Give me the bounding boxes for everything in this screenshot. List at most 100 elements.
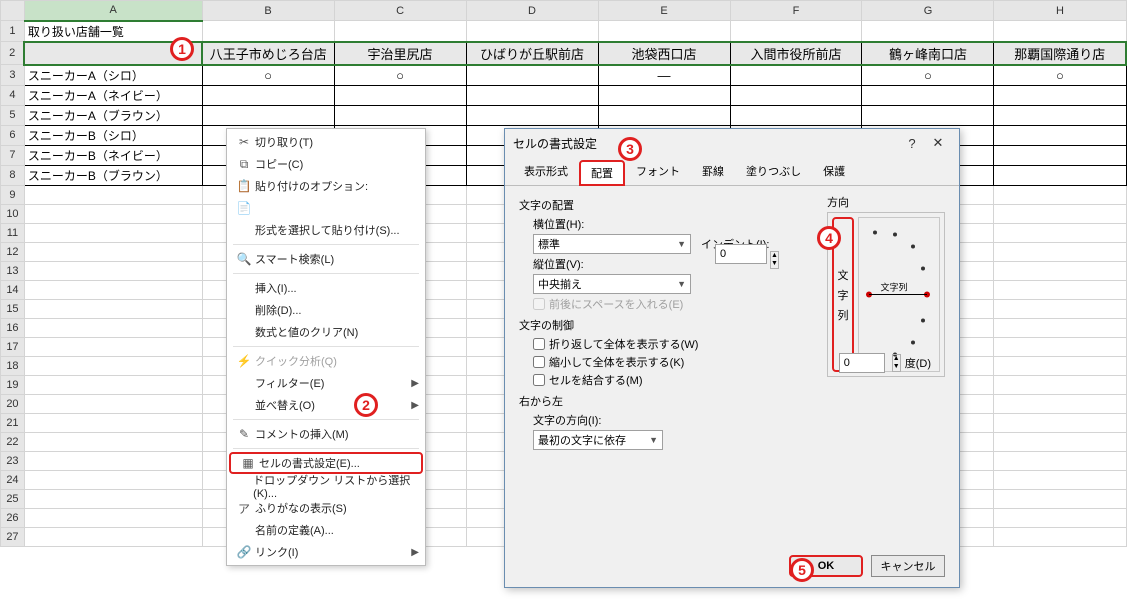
row-header[interactable]: 7 [1, 145, 25, 165]
cell[interactable]: — [598, 65, 730, 86]
dialog-tab[interactable]: 罫線 [691, 159, 735, 185]
context-menu-item[interactable]: ドロップダウン リストから選択(K)... [227, 475, 425, 497]
cell[interactable] [24, 280, 202, 299]
cell[interactable] [730, 65, 862, 86]
cell[interactable]: 宇治里尻店 [334, 42, 466, 65]
row-header[interactable]: 2 [1, 42, 25, 65]
cell[interactable]: 入間市役所前店 [730, 42, 862, 65]
cell[interactable] [730, 85, 862, 105]
col-header[interactable]: B [202, 1, 334, 21]
row-header[interactable]: 20 [1, 394, 25, 413]
cell[interactable] [24, 242, 202, 261]
row-header[interactable]: 5 [1, 105, 25, 125]
cell[interactable] [994, 105, 1126, 125]
context-menu-item[interactable]: ⧉コピー(C) [227, 153, 425, 175]
col-header[interactable]: D [466, 1, 598, 21]
cell[interactable] [994, 508, 1126, 527]
cell[interactable] [334, 21, 466, 42]
cell[interactable] [994, 489, 1126, 508]
cell[interactable] [24, 318, 202, 337]
cell[interactable]: 鶴ヶ峰南口店 [862, 42, 994, 65]
cell[interactable] [24, 432, 202, 451]
context-menu-item[interactable]: 🔍スマート検索(L) [227, 248, 425, 270]
cell[interactable]: ○ [334, 65, 466, 86]
cell[interactable] [466, 21, 598, 42]
cell[interactable] [994, 394, 1126, 413]
cell[interactable] [994, 280, 1126, 299]
cell[interactable] [466, 85, 598, 105]
cell[interactable]: スニーカーB（シロ） [24, 125, 202, 145]
row-header[interactable]: 24 [1, 470, 25, 489]
cell[interactable] [24, 470, 202, 489]
context-menu-item[interactable]: 数式と値のクリア(N) [227, 321, 425, 343]
cell[interactable] [202, 21, 334, 42]
cell[interactable] [24, 489, 202, 508]
cell[interactable]: スニーカーB（ブラウン） [24, 165, 202, 185]
context-menu-item[interactable]: フィルター(E)▶ [227, 372, 425, 394]
cell[interactable] [994, 318, 1126, 337]
cell[interactable] [202, 105, 334, 125]
cell[interactable] [994, 85, 1126, 105]
cell[interactable] [730, 105, 862, 125]
context-menu-item[interactable]: 形式を選択して貼り付け(S)... [227, 219, 425, 241]
cell[interactable] [730, 21, 862, 42]
row-header[interactable]: 18 [1, 356, 25, 375]
row-header[interactable]: 26 [1, 508, 25, 527]
row-header[interactable]: 1 [1, 21, 25, 42]
cell[interactable] [466, 65, 598, 86]
cell[interactable] [994, 432, 1126, 451]
cell[interactable] [862, 85, 994, 105]
cell[interactable] [994, 413, 1126, 432]
cell[interactable] [466, 105, 598, 125]
cell[interactable] [862, 105, 994, 125]
cell[interactable] [994, 204, 1126, 223]
col-header[interactable]: E [598, 1, 730, 21]
cell[interactable]: 八王子市めじろ台店 [202, 42, 334, 65]
cell[interactable] [24, 185, 202, 204]
cell[interactable]: ○ [202, 65, 334, 86]
cell[interactable] [24, 451, 202, 470]
spinner-buttons[interactable]: ▲▼ [770, 251, 779, 269]
context-menu-item[interactable]: アふりがなの表示(S) [227, 497, 425, 519]
row-header[interactable]: 27 [1, 527, 25, 546]
row-header[interactable]: 23 [1, 451, 25, 470]
cell[interactable] [994, 145, 1126, 165]
row-header[interactable]: 16 [1, 318, 25, 337]
cell[interactable] [24, 223, 202, 242]
row-header[interactable]: 14 [1, 280, 25, 299]
row-header[interactable]: 10 [1, 204, 25, 223]
degree-spinner[interactable]: 0 [839, 353, 885, 373]
cell[interactable] [994, 527, 1126, 546]
help-button[interactable]: ? [899, 136, 925, 151]
dialog-tab[interactable]: 表示形式 [513, 159, 579, 185]
cell[interactable]: スニーカーA（シロ） [24, 65, 202, 86]
context-menu-item[interactable]: 削除(D)... [227, 299, 425, 321]
cell[interactable] [994, 21, 1126, 42]
cell[interactable]: 那覇国際通り店 [994, 42, 1126, 65]
row-header[interactable]: 19 [1, 375, 25, 394]
cell[interactable] [994, 165, 1126, 185]
cell[interactable] [994, 242, 1126, 261]
indent-spinner[interactable]: 0 [715, 244, 767, 264]
col-header[interactable]: C [334, 1, 466, 21]
cell[interactable] [24, 356, 202, 375]
cell[interactable] [24, 413, 202, 432]
context-menu-item[interactable]: ✂切り取り(T) [227, 131, 425, 153]
cell[interactable] [24, 261, 202, 280]
cell[interactable] [598, 105, 730, 125]
context-menu-item[interactable]: 並べ替え(O)▶ [227, 394, 425, 416]
col-header[interactable]: G [862, 1, 994, 21]
cell[interactable]: ○ [994, 65, 1126, 86]
cell[interactable] [862, 21, 994, 42]
row-header[interactable]: 4 [1, 85, 25, 105]
cell[interactable] [994, 470, 1126, 489]
context-menu-item[interactable]: 🔗リンク(I)▶ [227, 541, 425, 563]
cell[interactable] [24, 394, 202, 413]
context-menu-item[interactable]: ✎コメントの挿入(M) [227, 423, 425, 445]
cell[interactable]: スニーカーA（ネイビー） [24, 85, 202, 105]
cell[interactable] [994, 299, 1126, 318]
v-align-combo[interactable]: 中央揃え▼ [533, 274, 691, 294]
close-button[interactable]: ✕ [925, 135, 951, 151]
col-header[interactable]: A [24, 1, 202, 21]
spinner-buttons[interactable]: ▲▼ [892, 354, 901, 372]
